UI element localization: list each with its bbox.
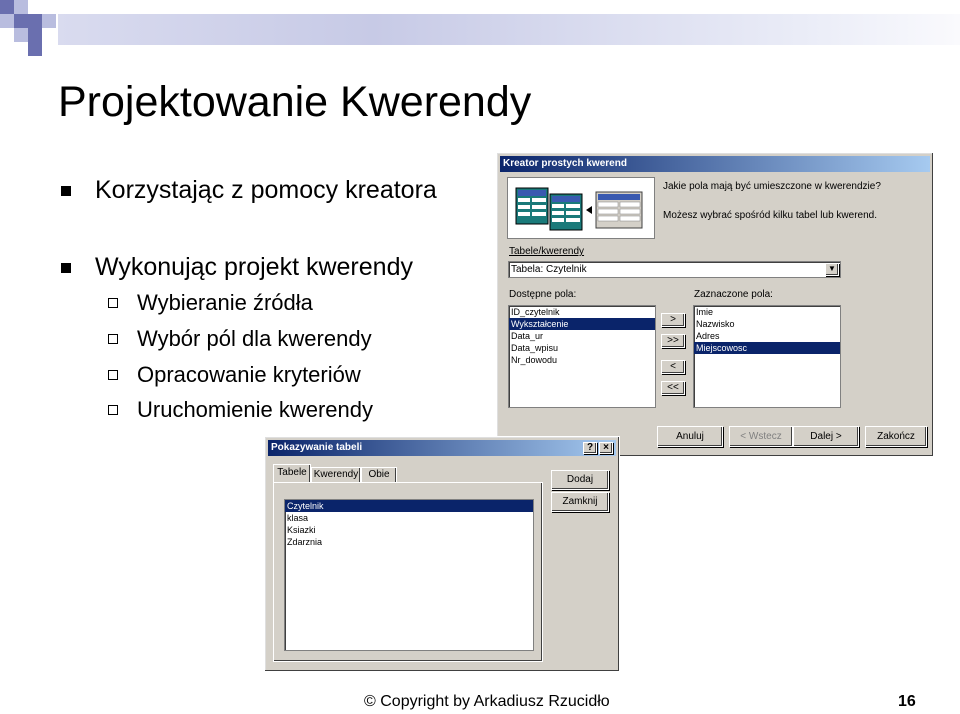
tab-queries[interactable]: Kwerendy [311,467,361,482]
sub-bullet-text: Wybieranie źródła [137,290,313,315]
decor-square [14,28,28,42]
decor-square [42,14,56,28]
tab-panel: Czytelnik klasa Ksiazki Zdarznia [273,482,543,662]
selected-fields-list[interactable]: Imie Nazwisko Adres Miejscowosc [693,305,841,408]
sub-bullet-box-icon [108,405,118,415]
sub-bullet-box-icon [108,370,118,380]
move-all-right-button[interactable]: >> [661,334,685,348]
wizard-question: Jakie pola mają być umieszczone w kweren… [663,181,881,192]
decor-square [0,14,14,28]
list-item[interactable]: Zdarznia [285,536,533,548]
slide-title: Projektowanie Kwerendy [58,78,532,126]
bullet-square-icon [61,186,71,196]
list-item[interactable]: Nazwisko [694,318,840,330]
move-all-left-button[interactable]: << [661,381,685,395]
list-item[interactable]: Nr_dowodu [509,354,655,366]
next-button[interactable]: Dalej > [793,426,859,447]
sub-bullet-box-icon [108,298,118,308]
wizard-hint: Możesz wybrać spośród kilku tabel lub kw… [663,210,877,221]
list-item[interactable]: Adres [694,330,840,342]
tables-combobox[interactable]: Tabela: Czytelnik ▼ [508,261,841,278]
chevron-down-icon[interactable]: ▼ [825,263,839,276]
tables-label: Tabele/kwerendy [509,246,585,257]
add-button[interactable]: Dodaj [551,470,609,490]
show-table-title: Pokazywanie tabeli [271,442,363,453]
bullet-square-icon [61,263,71,273]
available-fields-label: Dostępne pola: [509,289,577,300]
sub-bullet-text: Uruchomienie kwerendy [137,397,373,422]
close-icon[interactable]: × [599,442,613,454]
sub-bullet-text: Wybór pól dla kwerendy [137,326,372,351]
decor-square [14,14,28,28]
wizard-illustration [507,177,655,239]
finish-button[interactable]: Zakończ [865,426,927,447]
tab-tables[interactable]: Tabele [273,464,311,482]
bullet-text: Wykonując projekt kwerendy [95,253,413,281]
list-item[interactable]: Ksiazki [285,524,533,536]
sub-bullet-box-icon [108,334,118,344]
decor-square [0,0,14,14]
selected-fields-label: Zaznaczone pola: [694,289,773,300]
decor-square [14,0,28,14]
available-fields-list[interactable]: ID_czytelnik Wykształcenie Data_ur Data_… [508,305,656,408]
help-icon[interactable]: ? [583,442,597,454]
list-item[interactable]: Wykształcenie [509,318,655,330]
tables-combobox-value: Tabela: Czytelnik [511,264,587,275]
header-gradient-bar [58,14,960,45]
list-item[interactable]: klasa [285,512,533,524]
decor-square [28,42,42,56]
back-button[interactable]: < Wstecz [729,426,793,447]
copyright-footer: © Copyright by Arkadiusz Rzucidło [364,693,610,710]
decor-square [28,14,42,28]
wizard-titlebar: Kreator prostych kwerend [500,156,930,172]
tables-illustration-icon [515,187,643,231]
move-one-left-button[interactable]: < [661,360,685,374]
sub-bullet-text: Opracowanie kryteriów [137,362,361,387]
list-item[interactable]: Data_wpisu [509,342,655,354]
wizard-window: Kreator prostych kwerend Jakie pola mają… [496,152,934,457]
list-item[interactable]: ID_czytelnik [509,306,655,318]
show-table-titlebar: Pokazywanie tabeli [268,440,616,456]
cancel-button[interactable]: Anuluj [657,426,723,447]
close-button[interactable]: Zamknij [551,492,609,512]
tab-both[interactable]: Obie [361,467,397,482]
show-table-window: Pokazywanie tabeli ? × Tabele Kwerendy O… [264,436,620,672]
bullet-text: Korzystając z pomocy kreatora [95,176,437,204]
move-one-right-button[interactable]: > [661,313,685,327]
page-number: 16 [898,693,916,710]
list-item[interactable]: Miejscowosc [694,342,840,354]
tables-list[interactable]: Czytelnik klasa Ksiazki Zdarznia [284,499,534,651]
list-item[interactable]: Imie [694,306,840,318]
list-item[interactable]: Czytelnik [285,500,533,512]
list-item[interactable]: Data_ur [509,330,655,342]
decor-square [28,28,42,42]
